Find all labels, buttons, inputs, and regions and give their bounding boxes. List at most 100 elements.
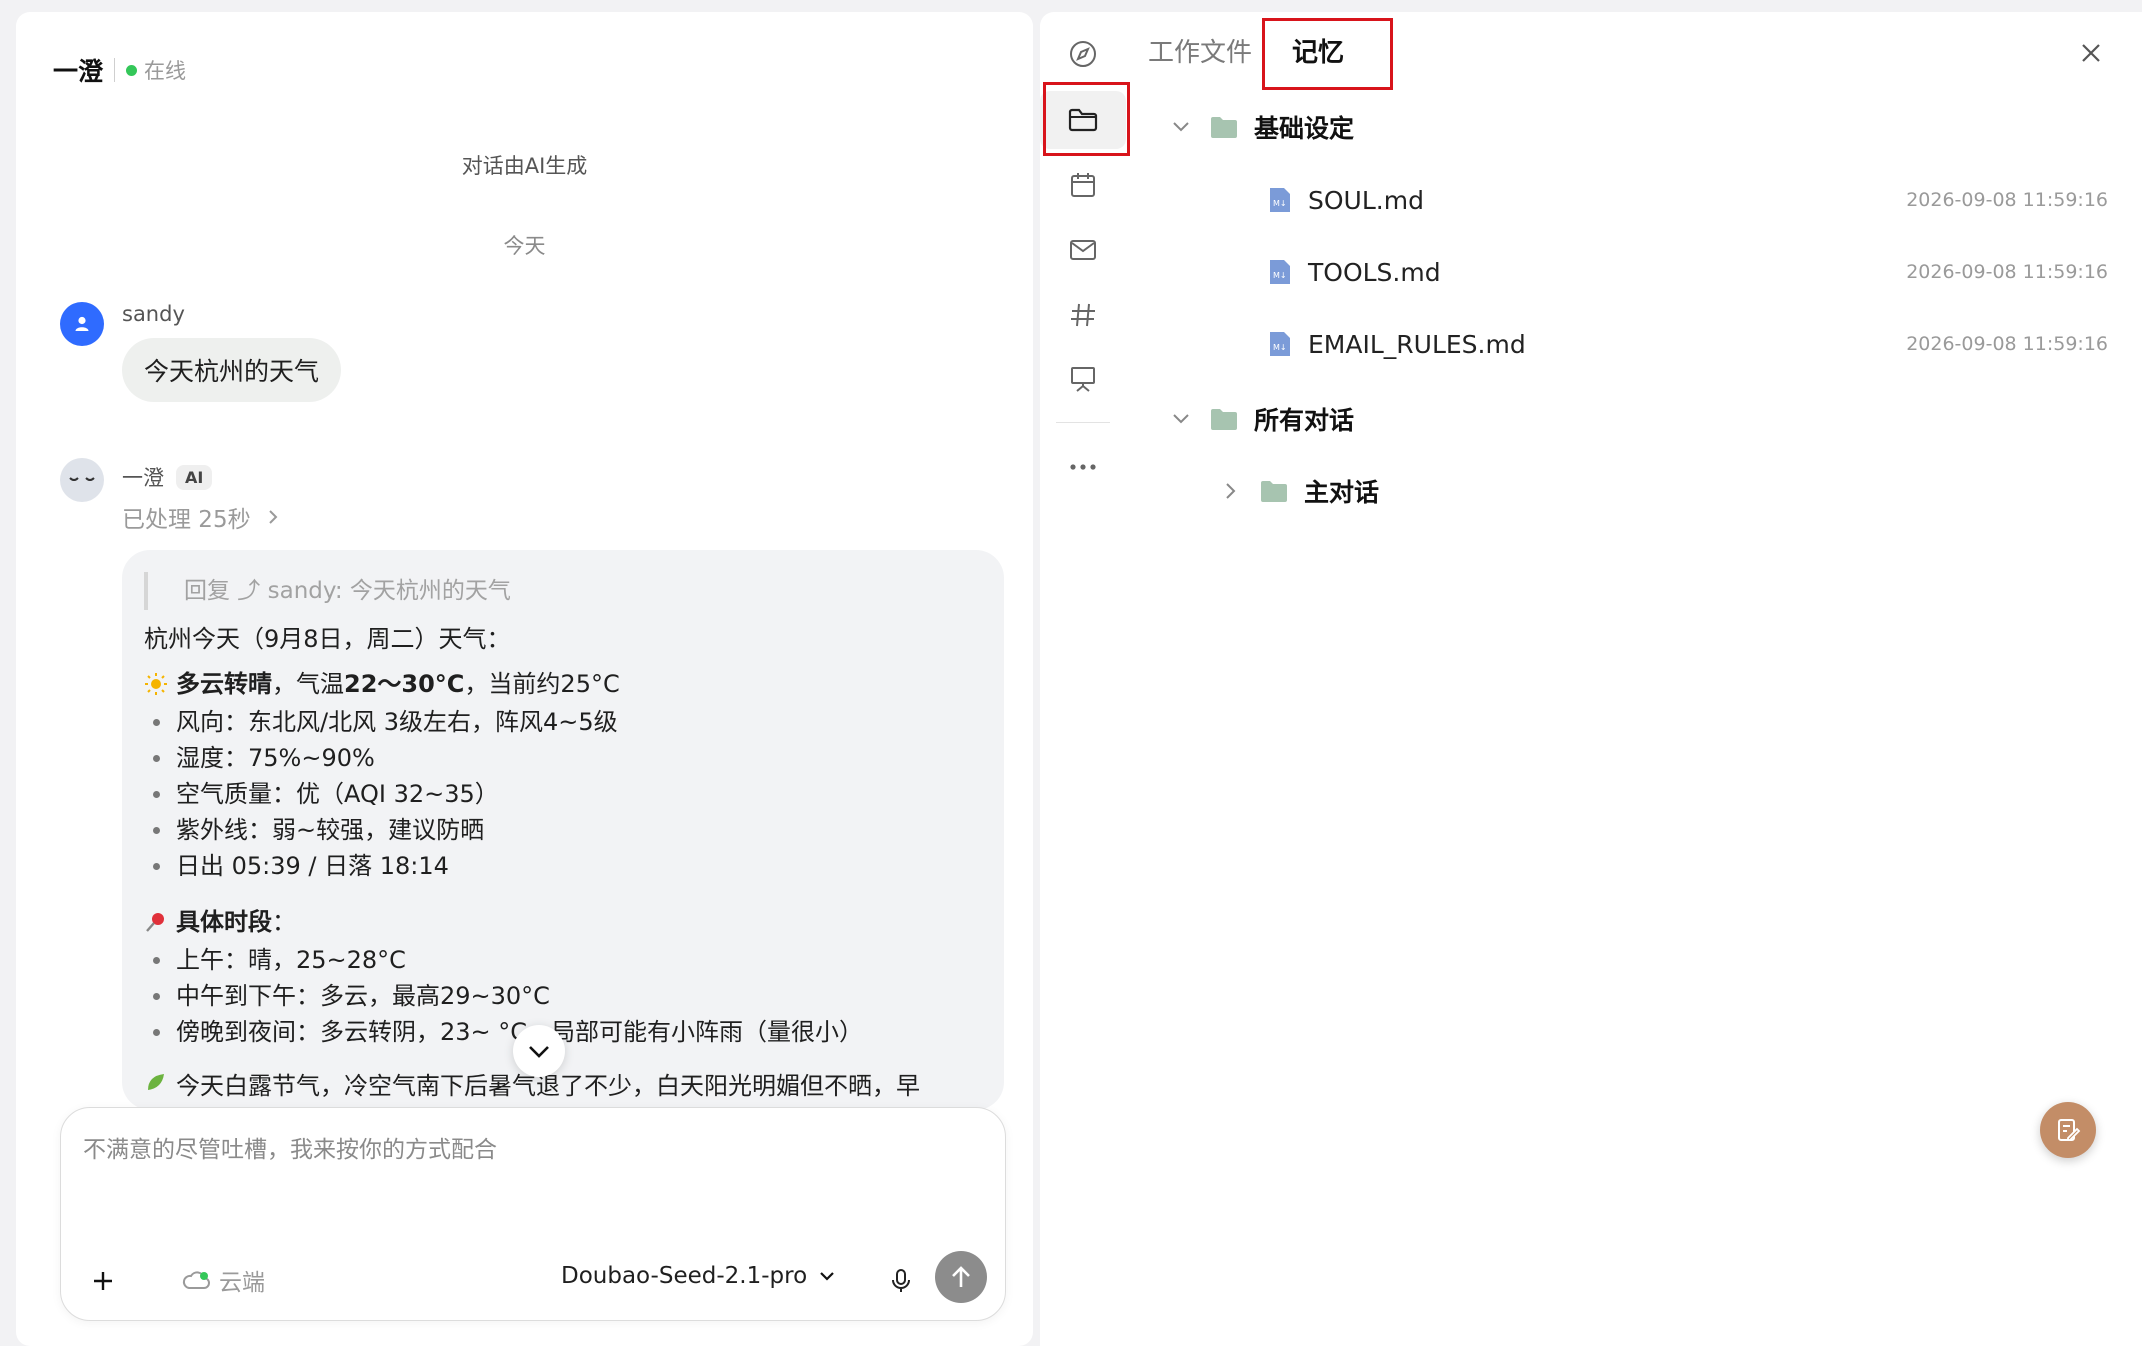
markdown-file-icon: M↓ [1270,188,1290,212]
markdown-file-icon: M↓ [1270,332,1290,356]
summary-current: ，当前约25°C [464,670,620,698]
header-separator [114,58,116,82]
presentation-icon [1071,367,1095,392]
close-icon [2082,44,2100,62]
file-row-soul[interactable]: M↓ SOUL.md 2026-09-08 11:59:16 [1268,177,2108,223]
plus-icon [94,1272,112,1290]
file-timestamp: 2026-09-08 11:59:16 [1906,261,2108,283]
rail-mail-button[interactable] [1040,221,1126,279]
list-item: 湿度：75%~90% [144,740,982,776]
folder-label: 所有对话 [1254,406,1355,435]
svg-text:M↓: M↓ [1273,343,1287,352]
chevron-down-icon [820,1272,834,1281]
folder-row-basic-settings[interactable]: 基础设定 [1166,104,1354,150]
pushpin-icon [146,913,164,932]
weather-details-list: 风向：东北风/北风 3级左右，阵风4~5级 湿度：75%~90% 空气质量：优（… [144,704,982,884]
cloud-label: 云端 [219,1270,265,1296]
file-name: SOUL.md [1308,185,1424,215]
arrow-up-icon [952,1266,970,1287]
truncated-line: 今天白露节气，冷空气南下后暑气退了不少，白天阳光明媚但不晒，早 [176,1072,920,1100]
side-tabs: 工作文件 记忆 [1148,24,1392,82]
hashtag-icon [1071,303,1095,327]
microphone-icon [892,1269,910,1292]
ai-avatar[interactable] [60,458,104,502]
rail-divider [1056,422,1110,423]
chat-panel: 一澄 在线 对话由AI生成 今天 sandy 今天杭州的天气 一澄 AI 已处理… [16,12,1033,1346]
more-icon [1070,464,1096,470]
edit-note-icon [2058,1119,2081,1141]
list-item: 紫外线：弱~较强，建议防晒 [144,812,982,848]
close-panel-button[interactable] [2074,36,2108,70]
folder-row-all-conversations[interactable]: 所有对话 [1166,396,1354,442]
processed-toggle[interactable]: 已处理 25秒 [122,500,279,534]
ai-name-row: 一澄 AI [122,462,213,492]
file-timestamp: 2026-09-08 11:59:16 [1906,189,2108,211]
list-item: 风向：东北风/北风 3级左右，阵风4~5级 [144,704,982,740]
folder-label: 主对话 [1304,478,1380,507]
model-selector[interactable]: Doubao-Seed-2.1-pro [561,1263,835,1289]
chat-header: 一澄 在线 [53,52,186,88]
periods-heading: 具体时段 ： [144,902,982,942]
periods-colon: ： [272,908,296,936]
rail-more-button[interactable] [1040,438,1126,496]
ai-generated-notice: 对话由AI生成 [461,154,588,178]
file-name: TOOLS.md [1308,257,1441,287]
rail-presentation-button[interactable] [1040,350,1126,408]
online-status-dot [126,64,138,76]
folder-label: 基础设定 [1254,114,1355,143]
agent-title: 一澄 [53,57,104,86]
user-icon [75,316,89,331]
chevron-right-icon [1216,481,1246,501]
file-row-tools[interactable]: M↓ TOOLS.md 2026-09-08 11:59:16 [1268,249,2108,295]
folder-row-main-conversation[interactable]: 主对话 [1216,468,1379,514]
periods-list: 上午：晴，25~28°C 中午到下午：多云，最高29~30°C 傍晚到夜间：多云… [144,942,982,1050]
add-attachment-button[interactable] [83,1261,123,1301]
notes-fab-button[interactable] [2040,1102,2096,1158]
ai-badge: AI [176,464,213,490]
summary-temp-range: 22～30°C [344,670,465,698]
processed-label: 已处理 25秒 [122,507,251,533]
list-item: 上午：晴，25~28°C [144,942,982,978]
folder-icon [1211,117,1237,138]
message-input[interactable] [83,1130,983,1210]
summary-condition: 多云转晴 [176,670,272,698]
online-status: 在线 [144,59,187,83]
tab-work-files[interactable]: 工作文件 [1148,24,1266,82]
weather-intro: 杭州今天（9月8日，周二）天气： [144,625,511,653]
summary-temp-label: ，气温 [272,670,344,698]
weather-summary: 多云转晴 ，气温 22～30°C ，当前约25°C [144,664,982,704]
message-composer: 云端 Doubao-Seed-2.1-pro [60,1107,1006,1321]
list-item: 中午到下午：多云，最高29~30°C [144,978,982,1014]
tab-memory[interactable]: 记忆 [1292,24,1392,82]
list-item: 日出 05:39 / 日落 18:14 [144,848,982,884]
model-name: Doubao-Seed-2.1-pro [561,1263,808,1289]
file-timestamp: 2026-09-08 11:59:16 [1906,333,2108,355]
chevron-down-icon [1166,412,1196,426]
rail-files-button[interactable] [1040,91,1126,149]
user-avatar[interactable] [60,302,104,346]
calendar-icon [1071,173,1095,197]
send-button[interactable] [935,1251,987,1303]
user-name: sandy [122,302,185,326]
file-name: EMAIL_RULES.md [1308,329,1526,359]
svg-text:M↓: M↓ [1273,271,1287,280]
cloud-icon [182,1271,210,1289]
rail-explore-button[interactable] [1040,25,1126,83]
ai-message-bubble: 回复 ⤴ sandy: 今天杭州的天气 杭州今天（9月8日，周二）天气： 多云转… [122,550,1004,1110]
voice-input-button[interactable] [881,1261,921,1301]
cloud-toggle[interactable]: 云端 [181,1263,265,1297]
leaf-icon [148,1074,164,1090]
chevron-right-icon [268,510,277,524]
truncated-text: 今天白露节气，冷空气南下后暑气退了不少，白天阳光明媚但不晒，早 [144,1068,982,1104]
reply-quote[interactable]: 回复 ⤴ sandy: 今天杭州的天气 [144,572,982,610]
ai-face-icon [69,477,95,481]
user-message-bubble: 今天杭州的天气 [122,338,342,402]
folder-icon [1068,108,1098,132]
file-row-email-rules[interactable]: M↓ EMAIL_RULES.md 2026-09-08 11:59:16 [1268,321,2108,367]
svg-text:M↓: M↓ [1273,199,1287,208]
sun-icon [145,673,167,695]
markdown-file-icon: M↓ [1270,260,1290,284]
scroll-to-bottom-button[interactable] [513,1025,565,1077]
rail-calendar-button[interactable] [1040,156,1126,214]
rail-channels-button[interactable] [1040,286,1126,344]
